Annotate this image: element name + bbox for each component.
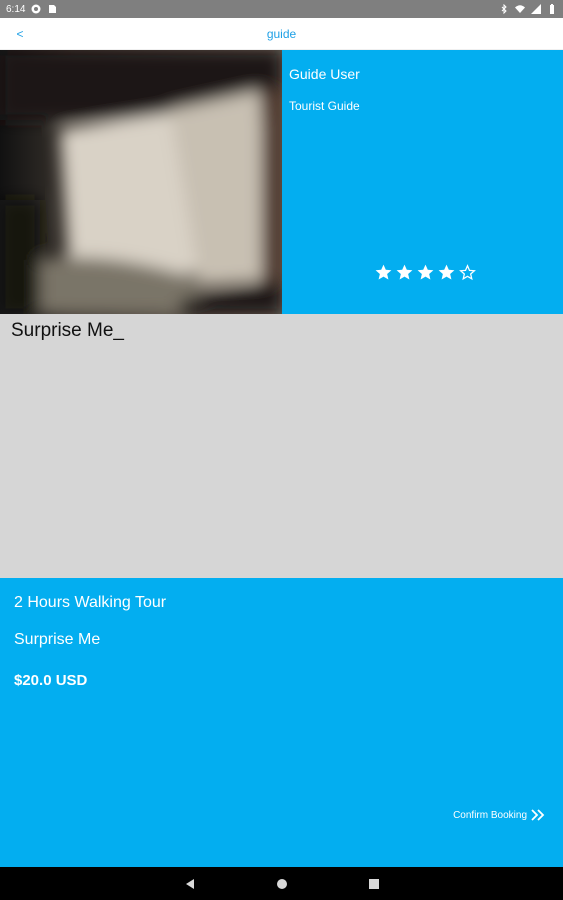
confirm-booking-button[interactable]: Confirm Booking <box>453 809 545 821</box>
back-button[interactable]: < <box>10 24 30 44</box>
guide-photo <box>0 50 282 314</box>
tour-heading: Surprise Me_ <box>11 320 124 341</box>
battery-icon <box>550 4 554 14</box>
circle-home-icon <box>276 878 287 889</box>
star-filled-icon <box>396 264 413 280</box>
status-time: 6:14 <box>6 3 26 15</box>
tour-name: Surprise Me <box>14 631 101 648</box>
tour-description: Surprise Me_ <box>0 314 563 578</box>
system-nav-bar <box>0 867 563 900</box>
page-title: guide <box>266 26 297 41</box>
star-outline-icon <box>459 264 476 281</box>
guide-role: Tourist Guide <box>289 99 360 113</box>
sd-card-icon <box>49 5 57 13</box>
status-bar: 6:14 <box>0 0 563 18</box>
guide-info-panel: Guide User Tourist Guide <box>282 50 563 314</box>
nav-home-button[interactable] <box>271 873 293 895</box>
tour-duration: 2 Hours Walking Tour <box>14 594 167 611</box>
guide-profile: Guide User Tourist Guide <box>0 50 563 314</box>
wifi-icon <box>515 5 525 13</box>
square-recents-icon <box>368 878 379 889</box>
double-chevron-right-icon <box>531 809 545 821</box>
tour-price: $20.0 USD <box>14 672 88 689</box>
nav-recents-button[interactable] <box>363 873 385 895</box>
booking-details: 2 Hours Walking Tour Surprise Me $20.0 U… <box>0 578 563 867</box>
triangle-back-icon <box>185 878 194 889</box>
star-filled-icon <box>375 264 392 280</box>
notification-icon <box>31 4 41 14</box>
back-chevron-icon: < <box>16 27 24 41</box>
bluetooth-icon <box>501 4 507 14</box>
confirm-booking-label: Confirm Booking <box>453 809 527 821</box>
guide-name: Guide User <box>289 66 360 82</box>
star-filled-icon <box>438 264 455 280</box>
star-filled-icon <box>417 264 434 280</box>
app-bar: < guide <box>0 18 563 50</box>
signal-icon <box>531 4 541 14</box>
rating-stars <box>374 263 477 282</box>
nav-back-button[interactable] <box>179 873 201 895</box>
